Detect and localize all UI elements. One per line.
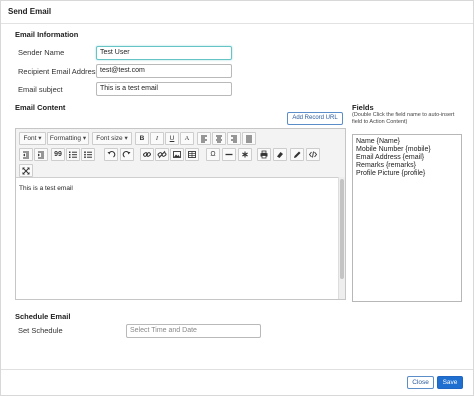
unlink-button[interactable] [155, 148, 169, 161]
field-item-mobile[interactable]: Mobile Number {mobile} [356, 146, 431, 153]
bullet-list-icon [84, 151, 92, 159]
align-right-button[interactable] [227, 132, 241, 145]
bold-button[interactable]: B [135, 132, 149, 145]
schedule-datetime-input[interactable]: Select Time and Date [126, 324, 261, 338]
expand-arrows-icon [22, 167, 30, 175]
horizontal-line-icon [225, 153, 233, 156]
font-size-dropdown[interactable]: Font size ▾ [92, 132, 132, 145]
field-item-email[interactable]: Email Address {email} [356, 154, 424, 161]
sender-name-label: Sender Name [18, 48, 65, 57]
editor-toolbar: Font ▾ Formatting ▾ Font size ▾ B I U A [16, 129, 345, 178]
table-icon [188, 151, 196, 158]
redo-button[interactable] [120, 148, 134, 161]
field-item-profile[interactable]: Profile Picture {profile} [356, 170, 425, 177]
chevron-down-icon: ▾ [124, 135, 128, 142]
fields-list: Name {Name} Mobile Number {mobile} Email… [352, 134, 462, 302]
font-size-dropdown-label: Font size [96, 135, 123, 142]
email-content-heading: Email Content [15, 103, 66, 112]
email-subject-input[interactable]: This is a test email [96, 82, 232, 96]
email-information-heading: Email Information [15, 30, 79, 39]
italic-button[interactable]: I [150, 132, 164, 145]
align-left-button[interactable] [197, 132, 211, 145]
footer-divider [1, 369, 473, 370]
align-right-icon [231, 135, 237, 143]
editor-scrollbar[interactable] [338, 177, 345, 299]
align-justify-button[interactable] [242, 132, 256, 145]
outdent-icon [23, 151, 29, 159]
outdent-button[interactable] [19, 148, 33, 161]
recipient-email-label: Recipient Email Address [18, 67, 100, 76]
text-color-button[interactable]: A [180, 132, 194, 145]
blockquote-button[interactable]: 99 [51, 148, 65, 161]
undo-button[interactable] [104, 148, 118, 161]
dialog-title: Send Email [8, 7, 52, 16]
pencil-icon [294, 151, 301, 158]
special-character-button[interactable]: Ω [206, 148, 220, 161]
field-item-remarks[interactable]: Remarks {remarks} [356, 162, 416, 169]
link-button[interactable] [140, 148, 154, 161]
field-item-name[interactable]: Name {Name} [356, 138, 400, 145]
align-center-icon [216, 135, 222, 143]
image-icon [173, 151, 181, 158]
image-button[interactable] [170, 148, 184, 161]
editor-content[interactable]: This is a test email [19, 185, 73, 192]
sender-name-input[interactable]: Test User [96, 46, 232, 60]
link-icon [143, 152, 151, 157]
help-button[interactable] [19, 164, 33, 177]
print-button[interactable] [257, 148, 271, 161]
code-icon [308, 151, 318, 158]
save-button[interactable]: Save [437, 376, 463, 389]
fields-hint: (Double Click the field name to auto-ins… [352, 112, 455, 125]
fullscreen-button[interactable] [290, 148, 304, 161]
indent-button[interactable] [34, 148, 48, 161]
align-justify-icon [246, 135, 252, 143]
formatting-dropdown[interactable]: Formatting ▾ [47, 132, 89, 145]
clear-formatting-button[interactable] [273, 148, 287, 161]
schedule-placeholder: Select Time and Date [130, 327, 197, 334]
bullet-list-button[interactable] [81, 148, 95, 161]
schedule-email-heading: Schedule Email [15, 312, 71, 321]
redo-icon [122, 151, 131, 158]
recipient-email-input[interactable]: test@test.com [96, 64, 232, 78]
font-dropdown[interactable]: Font ▾ [19, 132, 46, 145]
font-dropdown-label: Font [23, 135, 37, 142]
close-button[interactable]: Close [407, 376, 434, 389]
eraser-icon [277, 152, 283, 158]
fields-heading: Fields [352, 103, 374, 112]
code-view-button[interactable] [306, 148, 320, 161]
editor-scrollbar-thumb[interactable] [340, 179, 344, 279]
email-subject-label: Email subject [18, 85, 63, 94]
indent-icon [38, 151, 44, 159]
formatting-dropdown-label: Formatting [49, 135, 81, 142]
send-email-dialog: Send Email Email Information Sender Name… [0, 0, 474, 396]
rich-text-editor: Font ▾ Formatting ▾ Font size ▾ B I U A [15, 128, 346, 300]
print-icon [260, 150, 268, 159]
set-schedule-label: Set Schedule [18, 326, 63, 335]
dialog-header: Send Email [1, 1, 473, 24]
horizontal-line-button[interactable] [222, 148, 236, 161]
undo-icon [107, 151, 116, 158]
underline-button[interactable]: U [165, 132, 179, 145]
table-button[interactable] [185, 148, 199, 161]
chevron-down-icon: ▾ [82, 135, 87, 142]
chevron-down-icon: ▾ [38, 135, 42, 142]
align-left-icon [201, 135, 207, 143]
source-toggle-button[interactable] [238, 148, 252, 161]
add-record-url-button[interactable]: Add Record URL [287, 112, 343, 125]
numbered-list-button[interactable] [66, 148, 80, 161]
numbered-list-icon [69, 151, 77, 158]
asterisk-icon [242, 151, 248, 158]
align-center-button[interactable] [212, 132, 226, 145]
unlink-icon [157, 150, 167, 159]
